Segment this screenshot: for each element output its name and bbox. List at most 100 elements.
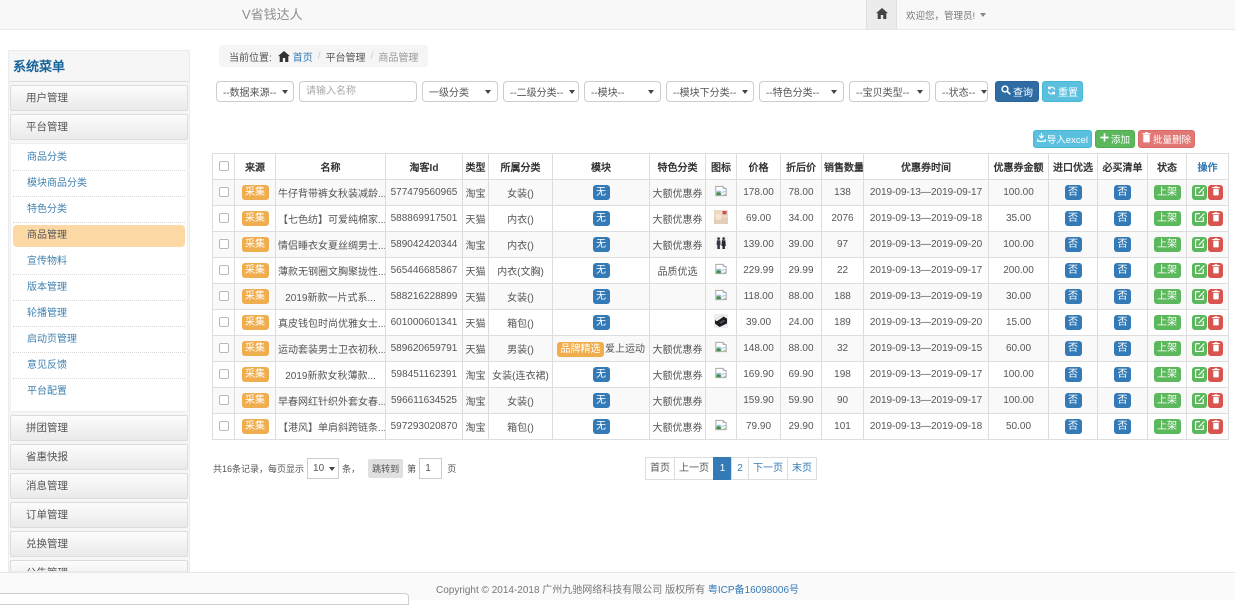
imported-badge[interactable]: 否 <box>1065 367 1082 382</box>
must-buy-badge[interactable]: 否 <box>1114 341 1131 356</box>
sidebar-subitem[interactable]: 宣传物料 <box>13 249 185 275</box>
must-buy-badge[interactable]: 否 <box>1114 237 1131 252</box>
status-badge[interactable]: 上架 <box>1154 393 1181 408</box>
batch-delete-button[interactable]: 批量删除 <box>1138 130 1195 148</box>
user-menu[interactable]: 欢迎您，管理员! <box>906 0 986 29</box>
delete-button[interactable] <box>1208 211 1223 226</box>
delete-button[interactable] <box>1208 237 1223 252</box>
status-badge[interactable]: 上架 <box>1154 263 1181 278</box>
module-sub-select[interactable]: --模块下分类-- <box>666 81 754 102</box>
row-checkbox[interactable] <box>219 343 229 353</box>
must-buy-badge[interactable]: 否 <box>1114 367 1131 382</box>
per-page-select[interactable]: 10 <box>307 458 339 479</box>
status-badge[interactable]: 上架 <box>1154 211 1181 226</box>
sidebar-item[interactable]: 拼团管理 <box>10 415 188 441</box>
jump-button[interactable]: 跳转到 <box>368 459 403 478</box>
delete-button[interactable] <box>1208 263 1223 278</box>
page-button-last[interactable]: 末页 <box>787 457 817 480</box>
delete-button[interactable] <box>1208 341 1223 356</box>
category2-select[interactable]: --二级分类-- <box>503 81 579 102</box>
row-checkbox[interactable] <box>219 265 229 275</box>
imported-badge[interactable]: 否 <box>1065 315 1082 330</box>
edit-button[interactable] <box>1192 341 1207 356</box>
imported-badge[interactable]: 否 <box>1065 185 1082 200</box>
row-checkbox[interactable] <box>219 317 229 327</box>
edit-button[interactable] <box>1192 419 1207 434</box>
sidebar-item[interactable]: 消息管理 <box>10 473 188 499</box>
query-button[interactable]: 查询 <box>995 81 1039 102</box>
sidebar-item[interactable]: 省惠快报 <box>10 444 188 470</box>
must-buy-badge[interactable]: 否 <box>1114 419 1131 434</box>
status-badge[interactable]: 上架 <box>1154 237 1181 252</box>
item-type-select[interactable]: --宝贝类型-- <box>849 81 930 102</box>
imported-badge[interactable]: 否 <box>1065 289 1082 304</box>
row-checkbox[interactable] <box>219 421 229 431</box>
delete-button[interactable] <box>1208 185 1223 200</box>
imported-badge[interactable]: 否 <box>1065 211 1082 226</box>
must-buy-badge[interactable]: 否 <box>1114 315 1131 330</box>
page-button-prev[interactable]: 上一页 <box>674 457 714 480</box>
status-badge[interactable]: 上架 <box>1154 289 1181 304</box>
edit-button[interactable] <box>1192 211 1207 226</box>
delete-button[interactable] <box>1208 315 1223 330</box>
delete-button[interactable] <box>1208 289 1223 304</box>
status-badge[interactable]: 上架 <box>1154 185 1181 200</box>
status-badge[interactable]: 上架 <box>1154 315 1181 330</box>
imported-badge[interactable]: 否 <box>1065 263 1082 278</box>
edit-button[interactable] <box>1192 263 1207 278</box>
row-checkbox[interactable] <box>219 239 229 249</box>
reset-button[interactable]: 重置 <box>1042 81 1083 102</box>
sidebar-subitem[interactable]: 意见反馈 <box>13 353 185 379</box>
delete-button[interactable] <box>1208 419 1223 434</box>
sidebar-subitem[interactable]: 启动页管理 <box>13 327 185 353</box>
edit-button[interactable] <box>1192 289 1207 304</box>
row-checkbox[interactable] <box>219 369 229 379</box>
status-badge[interactable]: 上架 <box>1154 341 1181 356</box>
imported-badge[interactable]: 否 <box>1065 419 1082 434</box>
page-button-page-2[interactable]: 2 <box>731 457 749 480</box>
sidebar-item[interactable]: 用户管理 <box>10 85 188 111</box>
module-select[interactable]: --模块-- <box>584 81 661 102</box>
must-buy-badge[interactable]: 否 <box>1114 211 1131 226</box>
row-checkbox[interactable] <box>219 187 229 197</box>
status-badge[interactable]: 上架 <box>1154 367 1181 382</box>
page-button-first[interactable]: 首页 <box>645 457 675 480</box>
sidebar-item[interactable]: 平台管理 <box>10 114 188 140</box>
icp-link[interactable]: 粤ICP备16098006号 <box>708 585 799 596</box>
add-button[interactable]: 添加 <box>1095 130 1135 148</box>
category1-select[interactable]: 一级分类 <box>422 81 498 102</box>
edit-button[interactable] <box>1192 315 1207 330</box>
row-checkbox[interactable] <box>219 213 229 223</box>
row-checkbox[interactable] <box>219 395 229 405</box>
edit-button[interactable] <box>1192 393 1207 408</box>
sidebar-subitem[interactable]: 轮播管理 <box>13 301 185 327</box>
sidebar-item[interactable]: 兑换管理 <box>10 531 188 557</box>
page-button-page-1[interactable]: 1 <box>713 457 732 480</box>
sidebar-subitem[interactable]: 平台配置 <box>13 379 185 405</box>
must-buy-badge[interactable]: 否 <box>1114 393 1131 408</box>
sidebar-subitem[interactable]: 商品分类 <box>13 145 185 171</box>
edit-button[interactable] <box>1192 237 1207 252</box>
sidebar-subitem[interactable]: 特色分类 <box>13 197 185 223</box>
sidebar-subitem[interactable]: 版本管理 <box>13 275 185 301</box>
sidebar-subitem[interactable]: 商品管理 <box>13 225 185 247</box>
breadcrumb-item-platform[interactable]: 平台管理 <box>326 49 366 64</box>
page-button-next[interactable]: 下一页 <box>748 457 788 480</box>
must-buy-badge[interactable]: 否 <box>1114 289 1131 304</box>
must-buy-badge[interactable]: 否 <box>1114 263 1131 278</box>
import-excel-button[interactable]: 导入excel <box>1033 130 1092 148</box>
feature-select[interactable]: --特色分类-- <box>759 81 844 102</box>
topbar-home-button[interactable] <box>866 0 897 29</box>
status-badge[interactable]: 上架 <box>1154 419 1181 434</box>
edit-button[interactable] <box>1192 185 1207 200</box>
sidebar-subitem[interactable]: 模块商品分类 <box>13 171 185 197</box>
edit-button[interactable] <box>1192 367 1207 382</box>
delete-button[interactable] <box>1208 367 1223 382</box>
imported-badge[interactable]: 否 <box>1065 393 1082 408</box>
must-buy-badge[interactable]: 否 <box>1114 185 1131 200</box>
name-input[interactable] <box>299 81 417 102</box>
status-select[interactable]: --状态-- <box>935 81 988 102</box>
breadcrumb-home-link[interactable]: 首页 <box>293 49 313 64</box>
data-source-select[interactable]: --数据来源-- <box>216 81 294 102</box>
page-number-input[interactable] <box>419 458 442 479</box>
